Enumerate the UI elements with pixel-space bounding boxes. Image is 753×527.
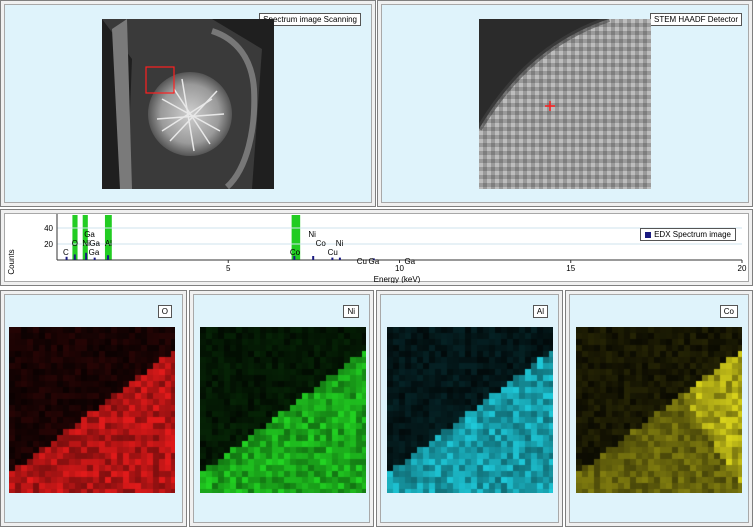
element-label: Co	[290, 248, 301, 257]
element-label: Ga	[368, 257, 379, 266]
highlight-region	[104, 215, 112, 260]
element-label: Cu	[357, 257, 367, 266]
map-view-o: O	[4, 294, 183, 523]
element-label: Ga	[89, 248, 100, 257]
element-label: C	[63, 248, 69, 257]
element-label: Ga	[404, 257, 415, 266]
element-label: Al	[105, 239, 112, 248]
spectrum-legend: EDX Spectrum image	[640, 228, 736, 241]
panel-title: Spectrum image Scanning	[259, 13, 361, 26]
element-label: Ga	[84, 230, 95, 239]
highlight-region	[72, 215, 78, 260]
x-tick-label: 15	[566, 264, 575, 273]
legend-swatch	[645, 231, 652, 238]
element-map-al[interactable]	[387, 327, 553, 493]
map-view-al: Al	[380, 294, 559, 523]
sem-image-drawing	[102, 19, 274, 189]
spectrum-image-view: Spectrum image Scanning	[4, 4, 372, 203]
element-label: O	[72, 239, 78, 248]
panel-title: STEM HAADF Detector	[649, 13, 742, 26]
x-tick-label: 20	[738, 264, 747, 273]
edx-spectrum-panel: Counts 20 40 C O Ga Ni Ga Ga Al Co Ni Co Cu Ni Cu Ga Ga…	[0, 209, 753, 286]
y-tick-label: 20	[44, 240, 53, 249]
haadf-image[interactable]	[479, 19, 651, 189]
map-label-o: O	[157, 305, 172, 318]
edx-spectrum-area: Counts 20 40 C O Ga Ni Ga Ga Al Co Ni Co Cu Ni Cu Ga Ga…	[4, 213, 750, 284]
map-view-co: Co	[569, 294, 749, 523]
map-label-al: Al	[532, 305, 548, 318]
haadf-image-drawing	[479, 19, 651, 189]
map-panel-o: O	[0, 290, 187, 527]
map-panel-co: Co	[565, 290, 753, 527]
map-view-ni: Ni	[193, 294, 370, 523]
x-axis-label: Energy (keV)	[374, 275, 421, 283]
spectrum-image-panel: Spectrum image Scanning	[0, 0, 376, 207]
x-tick-label: 5	[226, 264, 231, 273]
map-panel-al: Al	[376, 290, 563, 527]
element-label: Ga	[89, 239, 100, 248]
element-label: Ni	[308, 230, 316, 239]
x-tick-label: 10	[395, 264, 404, 273]
element-map-o[interactable]	[9, 327, 175, 493]
element-label: Ni	[336, 239, 344, 248]
element-map-ni[interactable]	[200, 327, 366, 493]
element-label: Cu	[328, 248, 338, 257]
map-panel-ni: Ni	[189, 290, 374, 527]
element-label: Co	[316, 239, 327, 248]
element-map-co[interactable]	[576, 327, 742, 493]
map-label-co: Co	[719, 305, 738, 318]
sem-image[interactable]	[102, 19, 274, 189]
stem-haadf-view: STEM HAADF Detector	[381, 4, 749, 203]
y-axis-label: Counts	[7, 249, 16, 274]
legend-label: EDX Spectrum image	[654, 230, 731, 239]
y-tick-label: 40	[44, 224, 53, 233]
edx-spectrum-chart[interactable]: Counts 2040 COGaNi GaGaAlCoNiCoCuNiCu Ga Ga…	[5, 214, 750, 284]
map-label-ni: Ni	[343, 305, 359, 318]
stem-haadf-panel: STEM HAADF Detector	[377, 0, 753, 207]
